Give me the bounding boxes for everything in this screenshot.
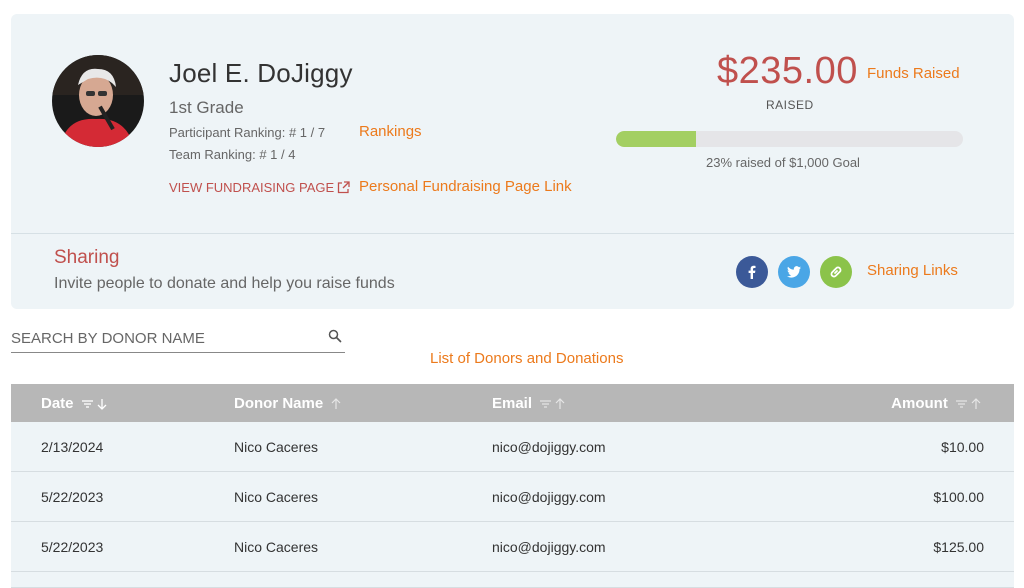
sort-filter-asc-icon [954, 397, 984, 411]
team-ranking: Team Ranking: # 1 / 4 [169, 147, 296, 162]
sharing-title: Sharing [54, 247, 120, 268]
view-fundraising-page-label: VIEW FUNDRAISING PAGE [169, 180, 335, 195]
funds-raised-annotation: Funds Raised [867, 65, 960, 82]
personal-page-link-annotation: Personal Fundraising Page Link [359, 178, 572, 195]
column-header-amount-label: Amount [891, 394, 948, 412]
donor-list-annotation: List of Donors and Donations [430, 350, 624, 367]
column-header-donor-name[interactable]: Donor Name [234, 395, 343, 412]
link-icon [830, 266, 842, 278]
sort-filter-asc-icon [538, 397, 568, 411]
twitter-share-button[interactable] [778, 256, 810, 288]
copy-link-share-button[interactable] [820, 256, 852, 288]
column-header-date[interactable]: Date [41, 395, 110, 412]
facebook-icon [748, 265, 756, 279]
participant-name: Joel E. DoJiggy [169, 58, 353, 88]
column-header-email[interactable]: Email [492, 395, 568, 412]
column-header-donor-name-label: Donor Name [234, 394, 324, 412]
participant-summary-card: Joel E. DoJiggy 1st Grade Participant Ra… [11, 14, 1014, 309]
twitter-icon [787, 266, 801, 278]
funds-raised-amount: $235.00 [717, 50, 858, 92]
table-row: 2/13/2024 Nico Caceres nico@dojiggy.com … [11, 422, 1014, 472]
raised-label: RAISED [766, 98, 814, 112]
cell-date: 5/22/2023 [41, 538, 104, 555]
sort-desc-icon [80, 397, 110, 411]
column-header-amount[interactable]: Amount [891, 395, 984, 412]
participant-grade: 1st Grade [169, 98, 244, 117]
cell-email: nico@dojiggy.com [492, 438, 606, 455]
sort-asc-icon [329, 397, 343, 411]
column-header-date-label: Date [41, 394, 74, 412]
cell-amount: $100.00 [933, 488, 984, 505]
avatar [52, 55, 144, 147]
sharing-links-annotation: Sharing Links [867, 262, 958, 279]
donor-search [11, 326, 345, 353]
rankings-annotation: Rankings [359, 123, 422, 140]
cell-donor-name: Nico Caceres [234, 438, 319, 455]
fundraising-progress-bar [616, 131, 963, 147]
cell-donor-name: Nico Caceres [234, 538, 319, 555]
view-fundraising-page-link[interactable]: VIEW FUNDRAISING PAGE [169, 180, 350, 195]
sharing-subtitle: Invite people to donate and help you rai… [54, 275, 395, 292]
donations-table: Date Donor Name Email Amount 2/13/2024 N [11, 384, 1014, 588]
external-link-icon [337, 181, 350, 194]
table-row-partial [11, 572, 1014, 588]
participant-ranking: Participant Ranking: # 1 / 7 [169, 125, 326, 140]
goal-text: 23% raised of $1,000 Goal [706, 155, 860, 170]
cell-email: nico@dojiggy.com [492, 538, 606, 555]
section-divider [11, 233, 1014, 234]
progress-fill [616, 131, 696, 147]
cell-donor-name: Nico Caceres [234, 488, 319, 505]
search-icon[interactable] [328, 329, 342, 343]
table-row: 5/22/2023 Nico Caceres nico@dojiggy.com … [11, 522, 1014, 572]
cell-amount: $10.00 [941, 438, 984, 455]
column-header-email-label: Email [492, 394, 533, 412]
cell-date: 5/22/2023 [41, 488, 104, 505]
facebook-share-button[interactable] [736, 256, 768, 288]
cell-amount: $125.00 [933, 538, 984, 555]
donor-search-input[interactable] [11, 326, 311, 350]
table-header: Date Donor Name Email Amount [11, 384, 1014, 422]
cell-date: 2/13/2024 [41, 438, 104, 455]
table-row: 5/22/2023 Nico Caceres nico@dojiggy.com … [11, 472, 1014, 522]
cell-email: nico@dojiggy.com [492, 488, 606, 505]
